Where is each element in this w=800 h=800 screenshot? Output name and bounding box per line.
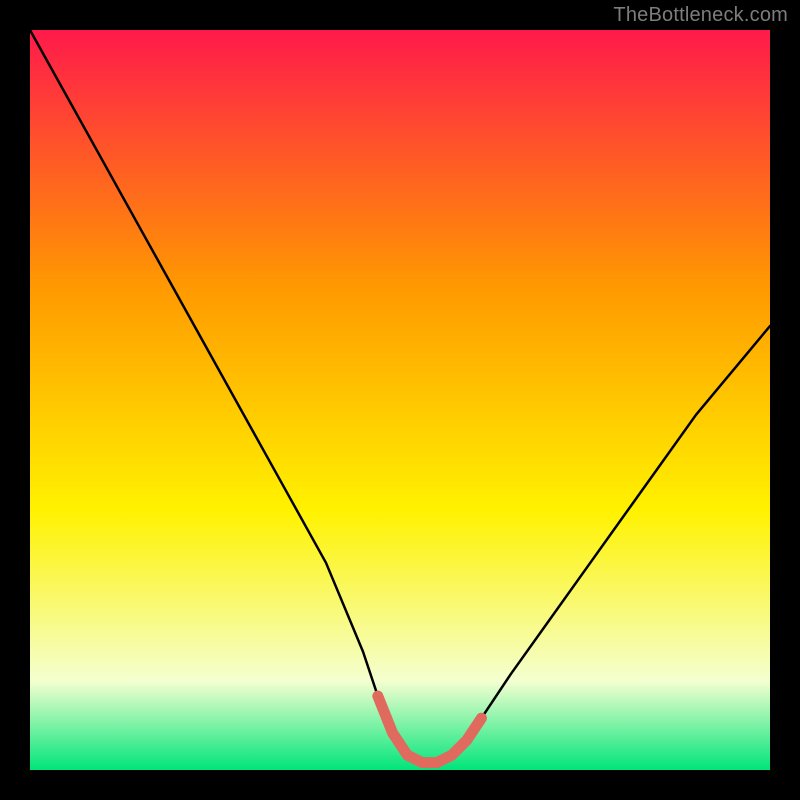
plot-area — [30, 30, 770, 770]
watermark-text: TheBottleneck.com — [613, 4, 788, 27]
chart-frame: TheBottleneck.com — [0, 0, 800, 800]
gradient-background — [30, 30, 770, 770]
chart-svg — [30, 30, 770, 770]
